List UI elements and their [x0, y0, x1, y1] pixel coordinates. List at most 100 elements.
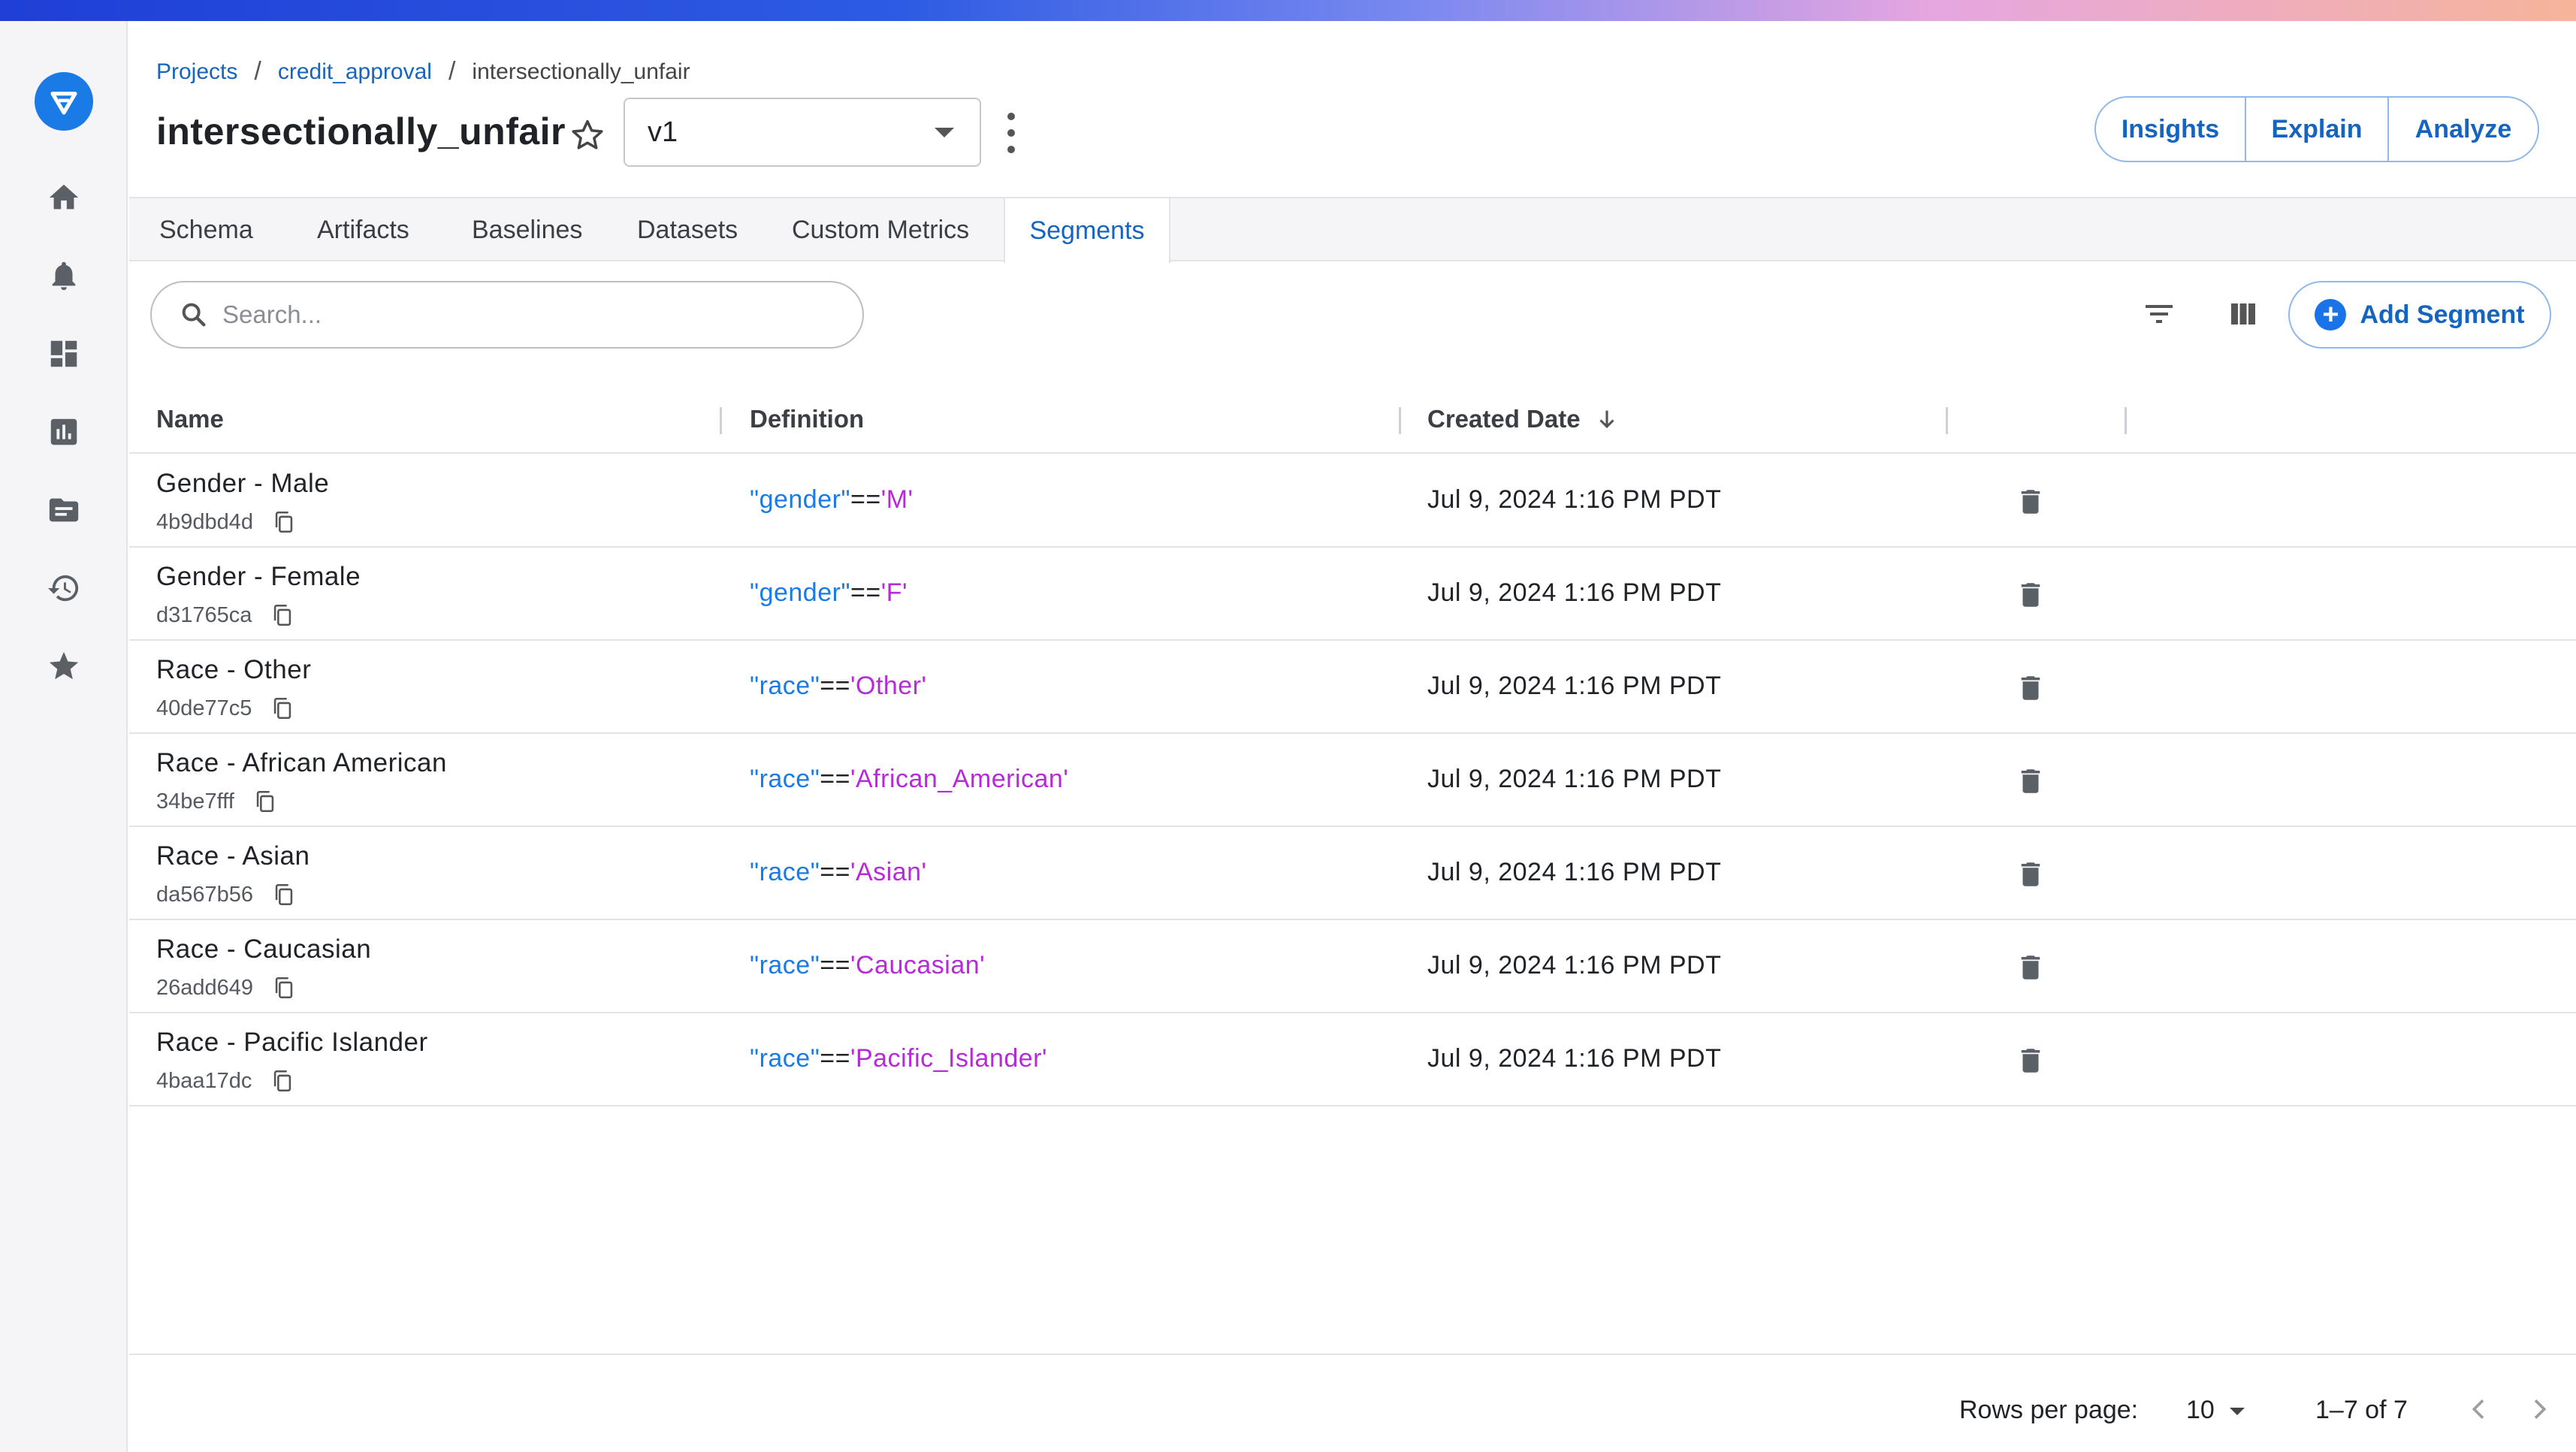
search-input[interactable]: Search...	[150, 281, 864, 349]
breadcrumb-current: intersectionally_unfair	[472, 59, 690, 84]
tab-bar: Schema Artifacts Baselines Datasets Cust…	[129, 197, 2576, 263]
created-date: Jul 9, 2024 1:16 PM PDT	[1427, 951, 1722, 980]
segment-id-text: 4b9dbd4d	[156, 509, 254, 534]
segment-name: Gender - Female	[156, 562, 361, 591]
definition-key: "race"	[750, 951, 820, 980]
created-date: Jul 9, 2024 1:16 PM PDT	[1427, 1044, 1722, 1073]
sort-descending-icon[interactable]	[1594, 406, 1620, 432]
tab-artifacts[interactable]: Artifacts	[317, 198, 409, 261]
tab-custom-metrics[interactable]: Custom Metrics	[792, 198, 969, 261]
breadcrumb-projects-link[interactable]: Projects	[156, 59, 237, 85]
column-resize-handle[interactable]	[1946, 407, 1948, 434]
delete-icon[interactable]	[2015, 578, 2046, 611]
created-date-label: Created Date	[1427, 405, 1581, 433]
copy-icon[interactable]	[271, 974, 297, 1002]
column-header-created-date[interactable]: Created Date	[1427, 385, 1620, 454]
star-icon[interactable]	[45, 648, 83, 685]
segment-id: 40de77c5	[156, 694, 295, 723]
column-header-name[interactable]: Name	[156, 385, 224, 454]
definition-operator: ==	[820, 1044, 850, 1073]
table-row[interactable]: Gender - Female d31765ca "gender"=='F' Jul …	[129, 548, 2576, 641]
segment-id: d31765ca	[156, 601, 295, 629]
rows-per-page-select[interactable]: 10	[2186, 1396, 2215, 1425]
breadcrumb-separator: /	[448, 57, 456, 86]
definition-operator: ==	[820, 765, 850, 793]
segment-id-text: 26add649	[156, 975, 254, 1000]
bell-icon[interactable]	[45, 257, 83, 294]
segment-definition: "race"=='African_American'	[750, 765, 1068, 794]
tab-datasets[interactable]: Datasets	[637, 198, 738, 261]
segment-id-text: 40de77c5	[156, 696, 252, 720]
previous-page-icon[interactable]	[2464, 1394, 2494, 1424]
segment-id: 4baa17dc	[156, 1067, 295, 1095]
search-placeholder: Search...	[222, 300, 322, 328]
delete-icon[interactable]	[2015, 1044, 2046, 1077]
created-date: Jul 9, 2024 1:16 PM PDT	[1427, 858, 1722, 886]
add-segment-button[interactable]: + Add Segment	[2288, 281, 2551, 349]
segment-definition: "gender"=='M'	[750, 485, 914, 515]
breadcrumb-project-link[interactable]: credit_approval	[278, 59, 432, 85]
explain-button[interactable]: Explain	[2245, 98, 2387, 161]
favorite-star-icon[interactable]	[568, 116, 607, 155]
top-gradient-bar	[0, 0, 2576, 21]
tab-segments[interactable]: Segments	[1004, 198, 1170, 263]
home-icon[interactable]	[45, 179, 83, 216]
definition-value: 'African_American'	[850, 765, 1069, 793]
segment-definition: "race"=='Pacific_Islander'	[750, 1044, 1047, 1073]
delete-icon[interactable]	[2015, 858, 2046, 891]
definition-value: 'F'	[880, 578, 907, 607]
dashboard-icon[interactable]	[45, 335, 83, 373]
column-resize-handle[interactable]	[720, 407, 722, 434]
copy-icon[interactable]	[270, 601, 295, 629]
delete-icon[interactable]	[2015, 765, 2046, 798]
segment-id-text: d31765ca	[156, 602, 252, 627]
definition-operator: ==	[850, 578, 881, 607]
pagination-footer: Rows per page: 10 1–7 of 7	[129, 1354, 2576, 1452]
copy-icon[interactable]	[270, 1067, 295, 1095]
segment-name: Race - Asian	[156, 841, 310, 871]
breadcrumb-separator: /	[254, 57, 261, 86]
definition-key: "race"	[750, 672, 820, 700]
tab-baselines[interactable]: Baselines	[472, 198, 582, 261]
action-button-group: Insights Explain Analyze	[2094, 96, 2539, 162]
more-options-icon[interactable]	[1002, 113, 1020, 153]
column-resize-handle[interactable]	[1399, 407, 1401, 434]
insights-button[interactable]: Insights	[2096, 98, 2245, 161]
main-content: Projects / credit_approval / intersectio…	[129, 21, 2576, 1452]
next-page-icon[interactable]	[2524, 1394, 2554, 1424]
analyze-button[interactable]: Analyze	[2387, 98, 2538, 161]
search-icon	[182, 303, 206, 327]
history-icon[interactable]	[45, 569, 83, 607]
add-segment-label: Add Segment	[2360, 300, 2525, 329]
copy-icon[interactable]	[270, 694, 295, 723]
delete-icon[interactable]	[2015, 951, 2046, 984]
definition-key: "race"	[750, 765, 820, 793]
table-row[interactable]: Gender - Male 4b9dbd4d "gender"=='M' Jul 9,…	[129, 455, 2576, 548]
delete-icon[interactable]	[2015, 485, 2046, 518]
columns-icon[interactable]	[2222, 293, 2264, 335]
folder-icon[interactable]	[45, 491, 83, 529]
version-select[interactable]: v1	[624, 98, 981, 167]
table-row[interactable]: Race - Asian da567b56 "race"=='Asian' Jul 9…	[129, 828, 2576, 920]
delete-icon[interactable]	[2015, 672, 2046, 705]
table-row[interactable]: Race - Caucasian 26add649 "race"=='Caucasi…	[129, 921, 2576, 1013]
definition-value: 'Other'	[850, 672, 927, 700]
definition-value: 'M'	[880, 485, 914, 514]
column-resize-handle[interactable]	[2125, 407, 2127, 434]
table-row[interactable]: Race - African American 34be7fff "race"=='…	[129, 735, 2576, 827]
page-title: intersectionally_unfair	[156, 110, 566, 152]
tab-schema[interactable]: Schema	[159, 198, 253, 261]
filter-icon[interactable]	[2138, 293, 2180, 335]
segment-name: Race - Other	[156, 655, 312, 684]
rows-per-page-label: Rows per page:	[1959, 1396, 2139, 1424]
table-row[interactable]: Race - Other 40de77c5 "race"=='Other' Jul 9…	[129, 641, 2576, 734]
copy-icon[interactable]	[271, 508, 297, 536]
app-logo-icon[interactable]	[35, 72, 93, 131]
copy-icon[interactable]	[271, 880, 297, 909]
copy-icon[interactable]	[252, 787, 278, 816]
column-header-definition[interactable]: Definition	[750, 385, 864, 454]
chart-icon[interactable]	[45, 413, 83, 451]
definition-key: "race"	[750, 1044, 820, 1073]
table-row[interactable]: Race - Pacific Islander 4baa17dc "race"=='…	[129, 1014, 2576, 1106]
chevron-down-icon[interactable]	[2230, 1408, 2245, 1415]
